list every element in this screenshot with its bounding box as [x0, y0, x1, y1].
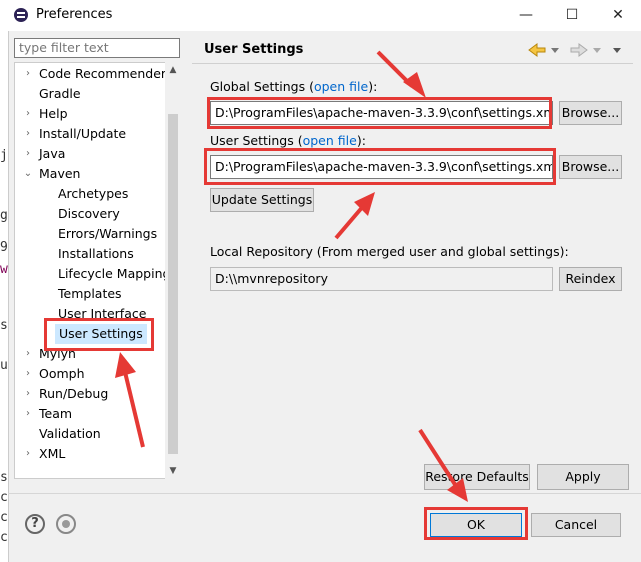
tree-item-archetypes[interactable]: Archetypes [58, 184, 128, 204]
chevron-right-icon: › [26, 148, 30, 159]
editor-fragment: c [0, 490, 8, 505]
highlight-global-settings [207, 97, 552, 129]
page-title: User Settings [204, 42, 304, 57]
filter-input[interactable]: type filter text [14, 38, 180, 58]
tree-item-oomph[interactable]: › Oomph [15, 364, 165, 384]
tree-item-code-recommenders[interactable]: › Code Recommenders [15, 64, 173, 84]
user-open-file-link[interactable]: open file [303, 133, 357, 148]
import-export-dot [62, 520, 70, 528]
eclipse-icon [14, 8, 28, 22]
cancel-button[interactable]: Cancel [531, 513, 621, 537]
preferences-tree: › Code Recommenders Gradle › Help › Install… [14, 62, 181, 479]
tree-item-install-update[interactable]: › Install/Update [15, 124, 165, 144]
import-export-icon[interactable] [56, 514, 76, 534]
tree-item-maven[interactable]: ⌄ Maven [15, 164, 165, 184]
chevron-right-icon: › [26, 68, 30, 79]
editor-fragment: j [0, 148, 8, 163]
scroll-up-icon[interactable]: ▲ [165, 62, 181, 78]
window-title: Preferences [36, 7, 113, 22]
editor-fragment: s [0, 470, 8, 485]
editor-fragment: g [0, 208, 8, 223]
chevron-right-icon: › [26, 128, 30, 139]
global-browse-button[interactable]: Browse... [559, 101, 622, 125]
tree-item-gradle[interactable]: Gradle [15, 84, 165, 104]
highlight-user-settings-tree [44, 318, 154, 351]
tree-item-team[interactable]: › Team [15, 404, 165, 424]
chevron-right-icon: › [26, 388, 30, 399]
footer-separator [8, 493, 641, 494]
local-repository-field: D:\\mvnrepository [210, 267, 553, 291]
tree-item-help[interactable]: › Help [15, 104, 165, 124]
restore-defaults-button[interactable]: Restore Defaults [424, 464, 530, 490]
global-open-file-link[interactable]: open file [314, 79, 368, 94]
forward-menu-icon[interactable] [593, 48, 601, 53]
update-settings-button[interactable]: Update Settings [210, 188, 314, 212]
back-arrow-icon[interactable] [528, 43, 546, 57]
chevron-down-icon: ⌄ [23, 168, 33, 179]
view-menu-icon[interactable] [613, 48, 621, 53]
back-menu-icon[interactable] [551, 48, 559, 53]
navigation-buttons [527, 40, 627, 60]
tree-item-discovery[interactable]: Discovery [58, 204, 120, 224]
tree-item-templates[interactable]: Templates [58, 284, 122, 304]
local-repository-label: Local Repository (From merged user and g… [210, 244, 569, 259]
maximize-button[interactable]: ☐ [549, 0, 595, 31]
forward-arrow-icon[interactable] [570, 43, 588, 57]
tree-scrollbar[interactable]: ▲ ▼ [165, 62, 181, 479]
title-bar: Preferences — ☐ ✕ [0, 0, 641, 31]
user-settings-label: User Settings (open file): [210, 133, 366, 148]
chevron-right-icon: › [26, 368, 30, 379]
minimize-button[interactable]: — [503, 0, 549, 31]
reindex-button[interactable]: Reindex [559, 267, 622, 291]
editor-fragment: u [0, 358, 8, 373]
highlight-user-settings [204, 148, 556, 185]
user-browse-button[interactable]: Browse... [559, 155, 622, 179]
chevron-right-icon: › [26, 448, 30, 459]
tree-item-java[interactable]: › Java [15, 144, 165, 164]
tree-item-validation[interactable]: Validation [15, 424, 165, 444]
editor-fragment: s [0, 318, 8, 333]
tree-item-installations[interactable]: Installations [58, 244, 134, 264]
close-button[interactable]: ✕ [595, 0, 641, 31]
apply-button[interactable]: Apply [537, 464, 629, 490]
global-settings-label: Global Settings (open file): [210, 79, 378, 94]
chevron-right-icon: › [26, 408, 30, 419]
editor-fragment: w [0, 262, 8, 277]
chevron-right-icon: › [26, 348, 30, 359]
help-icon[interactable]: ? [25, 514, 45, 534]
header-separator [192, 63, 633, 64]
editor-fragment: 9 [0, 240, 8, 255]
tree-item-lifecycle-mapping[interactable]: Lifecycle Mapping [58, 264, 170, 284]
chevron-right-icon: › [26, 108, 30, 119]
tree-item-errors-warnings[interactable]: Errors/Warnings [58, 224, 157, 244]
scroll-down-icon[interactable]: ▼ [165, 463, 181, 479]
editor-fragment: c [0, 510, 8, 525]
highlight-ok-button [424, 507, 528, 540]
tree-item-xml[interactable]: › XML [15, 444, 165, 464]
tree-item-run-debug[interactable]: › Run/Debug [15, 384, 165, 404]
scroll-thumb[interactable] [168, 114, 178, 454]
editor-fragment: c [0, 530, 8, 545]
